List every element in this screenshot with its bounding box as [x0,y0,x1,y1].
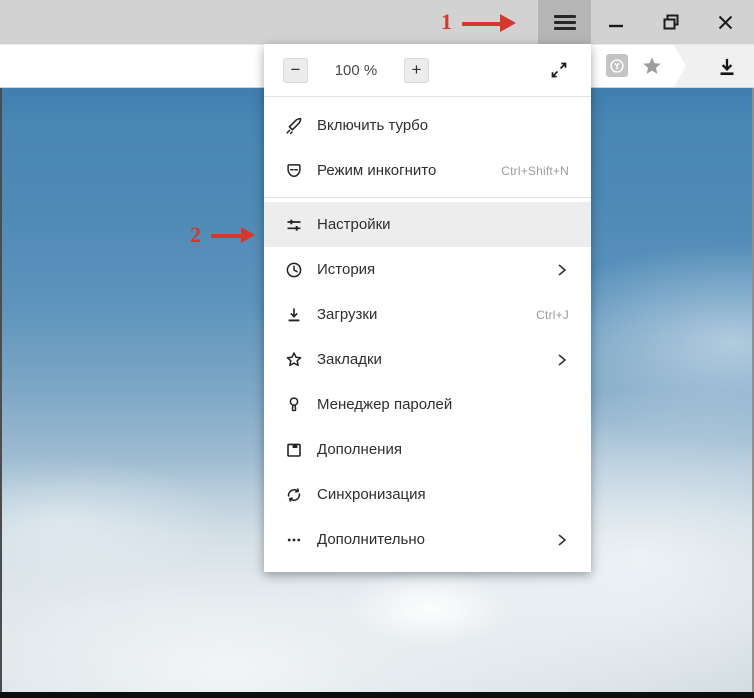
annotation-arrow-2 [211,227,255,243]
browser-menu: − 100 % + Включить турбо Режим инкогнито… [264,44,591,572]
menu-item-incognito[interactable]: Режим инкогнито Ctrl+Shift+N [264,148,591,193]
chevron-right-icon [555,262,569,278]
star-icon [643,57,661,74]
menu-item-turbo[interactable]: Включить турбо [264,103,591,148]
turbo-rocket-icon [284,116,304,136]
zoom-in-button[interactable]: + [404,57,429,83]
menu-item-label: Настройки [317,216,391,233]
menu-item-settings[interactable]: Настройки [264,202,591,247]
menu-item-label: Закладки [317,351,382,368]
menu-item-label: Синхронизация [317,486,426,503]
menu-item-shortcut: Ctrl+J [536,307,569,322]
annotation-arrow-1 [462,14,516,32]
annotation-step-1: 1 [441,11,452,34]
download-icon [720,58,734,76]
annotation-step-2: 2 [190,224,201,247]
menu-list: Включить турбо Режим инкогнито Ctrl+Shif… [264,97,591,572]
zoom-out-button[interactable]: − [283,57,308,83]
fullscreen-button[interactable] [548,59,570,81]
password-key-icon [284,395,304,415]
hamburger-icon [553,14,576,30]
menu-item-label: Включить турбо [317,117,429,134]
menu-item-label: Дополнительно [317,531,425,548]
chevron-right-icon [555,352,569,368]
incognito-mask-icon [284,161,304,181]
menu-item-label: Дополнения [317,441,402,458]
zoom-level: 100 % [334,61,378,79]
menu-item-shortcut: Ctrl+Shift+N [501,163,569,178]
more-dots-icon [284,530,304,550]
settings-sliders-icon [284,215,304,235]
restore-button[interactable] [654,0,688,44]
minimize-button[interactable] [599,0,633,44]
address-bar-tip [666,45,686,87]
menu-item-bookmarks[interactable]: Закладки [264,337,591,382]
menu-item-downloads[interactable]: Загрузки Ctrl+J [264,292,591,337]
protect-badge-button[interactable] [606,54,628,77]
close-button[interactable] [708,0,742,44]
titlebar [0,0,754,44]
menu-item-sync[interactable]: Синхронизация [264,472,591,517]
menu-item-password-manager[interactable]: Менеджер паролей [264,382,591,427]
browser-window: − 100 % + Включить турбо Режим инкогнито… [0,0,754,698]
downloads-toolbar-button[interactable] [714,55,740,79]
sync-arrows-icon [284,485,304,505]
annotation-number: 1 [441,9,452,34]
window-border-left [0,88,2,694]
protect-y-icon [610,58,624,73]
browser-menu-button[interactable] [538,0,591,44]
downloads-arrow-icon [284,305,304,325]
zoom-controls: − 100 % + [264,44,591,96]
window-border-bottom [0,692,754,698]
menu-item-label: Менеджер паролей [317,396,453,413]
bookmarks-star-icon [284,350,304,370]
menu-item-history[interactable]: История [264,247,591,292]
menu-item-addons[interactable]: Дополнения [264,427,591,472]
menu-item-label: Режим инкогнито [317,162,437,179]
menu-divider [264,197,591,198]
bookmark-star-button[interactable] [640,55,664,77]
menu-item-label: Загрузки [317,306,378,323]
chevron-right-icon [555,532,569,548]
fullscreen-expand-icon [551,62,567,78]
close-icon [718,15,732,29]
menu-item-more[interactable]: Дополнительно [264,517,591,562]
minimize-icon [609,24,623,28]
annotation-number: 2 [190,222,201,247]
restore-icon [663,14,679,30]
history-clock-icon [284,260,304,280]
menu-item-label: История [317,261,376,278]
addons-box-icon [284,440,304,460]
